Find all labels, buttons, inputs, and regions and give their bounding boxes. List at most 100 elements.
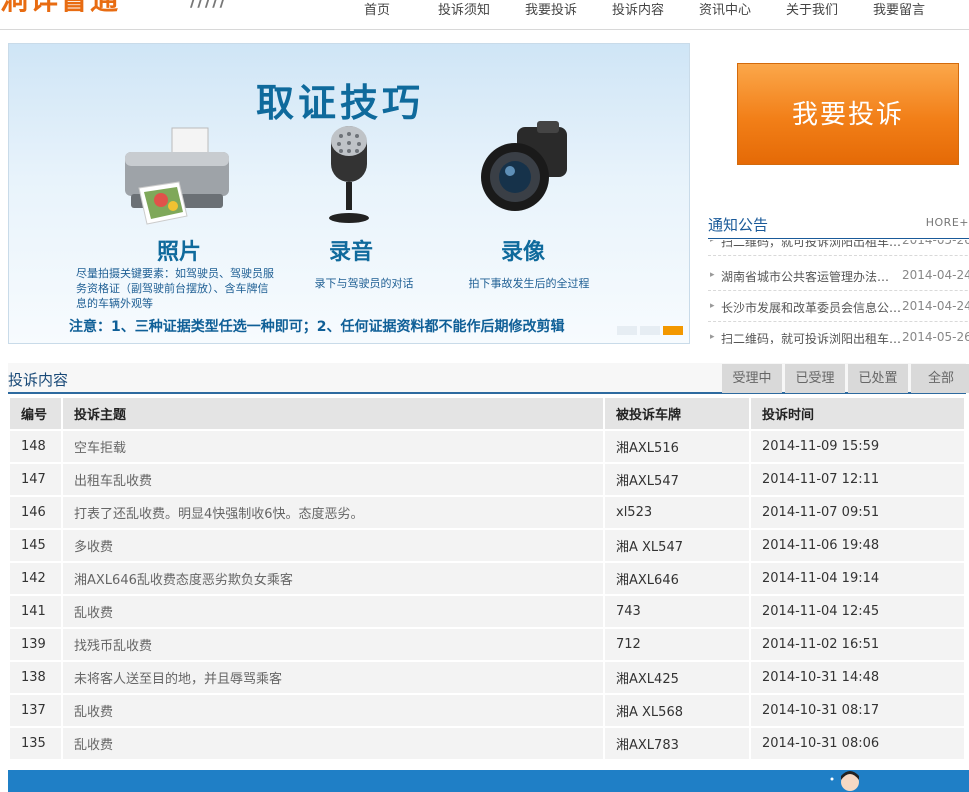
nav-item-news[interactable]: 资讯中心: [688, 0, 762, 22]
nav-item-home[interactable]: 首页: [340, 0, 414, 22]
notice-list: ▸ 扫二维码，就可投诉浏阳出租车… 2014-05-26 ▸ 湖南省城市公共客运…: [708, 240, 969, 344]
cell-id: 135: [10, 728, 61, 759]
cell-subject[interactable]: 空车拒载: [63, 431, 603, 462]
video-title: 录像: [500, 240, 545, 265]
cell-subject[interactable]: 出租车乱收费: [63, 464, 603, 495]
nav-item-complain[interactable]: 我要投诉: [514, 0, 588, 22]
cell-subject[interactable]: 乱收费: [63, 728, 603, 759]
complain-button[interactable]: 我要投诉: [737, 63, 959, 165]
cell-plate: 湘AXL516: [605, 431, 749, 462]
cell-plate: 湘AXL547: [605, 464, 749, 495]
cell-id: 145: [10, 530, 61, 561]
column-header-subject: 投诉主题: [63, 398, 603, 429]
arrow-icon: ▸: [710, 332, 715, 342]
cell-subject[interactable]: 多收费: [63, 530, 603, 561]
notice-date: 2014-05-26: [902, 240, 969, 247]
photo-column: 照片: [119, 234, 239, 266]
logo-tagline: /////: [190, 0, 227, 12]
table-header-row: 编号 投诉主题 被投诉车牌 投诉时间: [10, 398, 964, 429]
cell-time: 2014-11-02 16:51: [751, 629, 964, 660]
complaints-table-body: 148 空车拒载 湘AXL516 2014-11-09 15:59 147 出租车乱收费湘…: [10, 431, 964, 759]
cell-subject[interactable]: 湘AXL646乱收费态度恶劣欺负女乘客: [63, 563, 603, 594]
notice-text[interactable]: 长沙市发展和改革委员会信息公…: [721, 299, 901, 316]
table-row[interactable]: 138 未将客人送至目的地，并且辱骂乘客 湘AXL425 2014-10-31 14:…: [10, 662, 964, 693]
cell-plate: 湘A XL547: [605, 530, 749, 561]
cell-time: 2014-10-31 08:06: [751, 728, 964, 759]
notice-text[interactable]: 扫二维码，就可投诉浏阳出租车…: [721, 330, 901, 344]
evidence-tips-banner[interactable]: 取证技巧 照片 录音 录像 尽量拍摄关键要素：如驾驶员、驾驶员服务资格证（副驾驶…: [8, 43, 690, 344]
tab-all[interactable]: 全部: [911, 364, 969, 393]
notice-item[interactable]: ▸ 扫二维码，就可投诉浏阳出租车… 2014-05-26: [708, 240, 969, 256]
notice-header: 通知公告 HORE+: [708, 212, 969, 239]
table-row[interactable]: 135 乱收费 湘AXL783 2014-10-31 08:06: [10, 728, 964, 759]
column-header-plate: 被投诉车牌: [605, 398, 749, 429]
status-tabs: 受理中 已受理 已处置 全部: [722, 364, 969, 393]
video-column: 录像: [463, 234, 583, 266]
table-row[interactable]: 146 打表了还乱收费。明显4快强制收6快。态度恶劣。 xl523 2014-11-0…: [10, 497, 964, 528]
notice-text[interactable]: 湖南省城市公共客运管理办法…: [721, 268, 889, 285]
cell-time: 2014-11-07 09:51: [751, 497, 964, 528]
cell-subject[interactable]: 乱收费: [63, 596, 603, 627]
table-row[interactable]: 145 多收费 湘A XL547 2014-11-06 19:48: [10, 530, 964, 561]
cell-plate: 712: [605, 629, 749, 660]
notice-more-link[interactable]: HORE+: [926, 216, 969, 229]
top-header: 洞详督通 ///// 首页 投诉须知 我要投诉 投诉内容 资讯中心 关于我们 我…: [0, 0, 969, 30]
table-row[interactable]: 147 出租车乱收费 湘AXL547 2014-11-07 12:11: [10, 464, 964, 495]
cell-plate: 湘AXL646: [605, 563, 749, 594]
cell-plate: 湘AXL425: [605, 662, 749, 693]
nav-item-message[interactable]: 我要留言: [862, 0, 936, 22]
cell-time: 2014-11-09 15:59: [751, 431, 964, 462]
notice-date: 2014-04-24: [902, 299, 969, 313]
photo-title: 照片: [156, 240, 201, 265]
cell-time: 2014-11-04 12:45: [751, 596, 964, 627]
notice-title: 通知公告: [708, 216, 769, 234]
notice-item[interactable]: ▸ 长沙市发展和改革委员会信息公… 2014-04-24: [708, 292, 969, 322]
cell-time: 2014-11-04 19:14: [751, 563, 964, 594]
nav-item-about[interactable]: 关于我们: [762, 0, 862, 22]
cell-time: 2014-11-06 19:48: [751, 530, 964, 561]
cell-subject[interactable]: 打表了还乱收费。明显4快强制收6快。态度恶劣。: [63, 497, 603, 528]
printer-icon: [125, 127, 229, 225]
main-nav: 首页 投诉须知 我要投诉 投诉内容 资讯中心 关于我们 我要留言: [340, 0, 936, 22]
audio-column: 录音: [291, 234, 411, 266]
carousel-dot-active[interactable]: [663, 326, 683, 335]
table-row[interactable]: 137 乱收费 湘A XL568 2014-10-31 08:17: [10, 695, 964, 726]
audio-title: 录音: [328, 240, 373, 265]
tab-handled[interactable]: 已处置: [848, 364, 908, 393]
notice-item[interactable]: ▸ 湖南省城市公共客运管理办法… 2014-04-24: [708, 261, 969, 291]
banner-note: 注意：1、三种证据类型任选一种即可；2、任何证据资料都不能作后期修改剪辑: [69, 319, 565, 335]
carousel-dot[interactable]: [640, 326, 660, 335]
site-logo[interactable]: 洞详督通: [0, 0, 120, 12]
cell-plate: 743: [605, 596, 749, 627]
carousel-dots: [617, 326, 683, 335]
notice-text[interactable]: 扫二维码，就可投诉浏阳出租车…: [721, 240, 901, 250]
cell-subject[interactable]: 找残币乱收费: [63, 629, 603, 660]
nav-item-notice[interactable]: 投诉须知: [414, 0, 514, 22]
complaints-table: 编号 投诉主题 被投诉车牌 投诉时间 148 空车拒载 湘AXL516 2014-11…: [8, 396, 966, 761]
cell-subject[interactable]: 乱收费: [63, 695, 603, 726]
table-row[interactable]: 142 湘AXL646乱收费态度恶劣欺负女乘客 湘AXL646 2014-11-04 …: [10, 563, 964, 594]
tab-processing[interactable]: 受理中: [722, 364, 782, 393]
table-row[interactable]: 148 空车拒载 湘AXL516 2014-11-09 15:59: [10, 431, 964, 462]
nav-item-complaints[interactable]: 投诉内容: [588, 0, 688, 22]
cell-id: 137: [10, 695, 61, 726]
table-row[interactable]: 139 找残币乱收费 712 2014-11-02 16:51: [10, 629, 964, 660]
cell-id: 141: [10, 596, 61, 627]
cell-id: 147: [10, 464, 61, 495]
cell-plate: 湘A XL568: [605, 695, 749, 726]
page: 洞详督通 ///// 首页 投诉须知 我要投诉 投诉内容 资讯中心 关于我们 我…: [0, 0, 969, 792]
tab-accepted[interactable]: 已受理: [785, 364, 845, 393]
carousel-dot[interactable]: [617, 326, 637, 335]
notice-date: 2014-04-24: [902, 268, 969, 282]
footer-bar: [8, 770, 969, 792]
table-row[interactable]: 141 乱收费 743 2014-11-04 12:45: [10, 596, 964, 627]
column-header-time: 投诉时间: [751, 398, 964, 429]
cell-id: 138: [10, 662, 61, 693]
cell-plate: xl523: [605, 497, 749, 528]
cell-subject[interactable]: 未将客人送至目的地，并且辱骂乘客: [63, 662, 603, 693]
cell-id: 146: [10, 497, 61, 528]
complaints-header: 投诉内容 受理中 已受理 已处置 全部: [8, 363, 969, 394]
audio-description: 录下与驾驶员的对话: [314, 277, 414, 290]
cell-time: 2014-10-31 08:17: [751, 695, 964, 726]
notice-item[interactable]: ▸ 扫二维码，就可投诉浏阳出租车… 2014-05-26: [708, 323, 969, 344]
